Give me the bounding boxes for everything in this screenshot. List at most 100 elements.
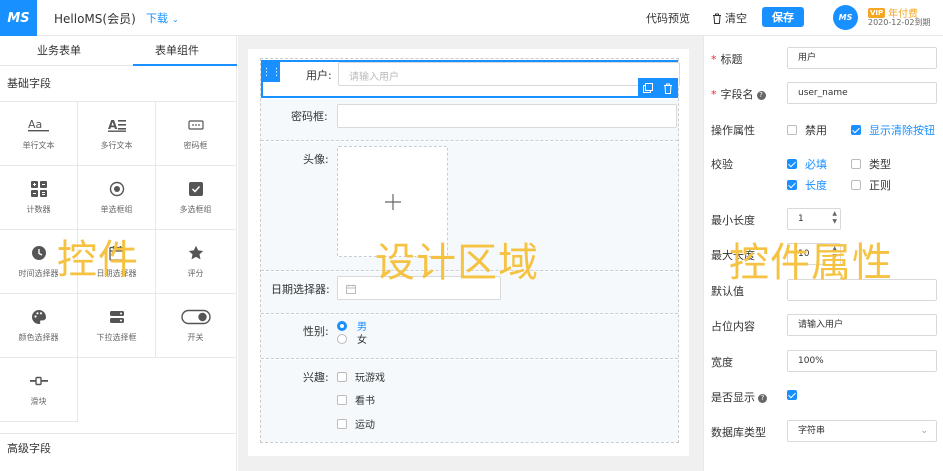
component-multi-line-text[interactable]: A 多行文本	[78, 102, 156, 166]
checkbox-group-icon	[188, 180, 204, 198]
placeholder-input[interactable]: 请输入用户	[787, 314, 937, 336]
checkbox-label: 类型	[869, 158, 891, 171]
hobby-option-games[interactable]: 玩游戏	[337, 369, 385, 384]
copy-icon[interactable]	[643, 83, 653, 93]
title-input[interactable]: 用户	[787, 47, 937, 69]
svg-text:Aa: Aa	[28, 118, 42, 131]
form-item-hobby[interactable]: 兴趣: 玩游戏 看书 运动	[261, 360, 678, 442]
clear-label: 清空	[725, 12, 747, 25]
component-password[interactable]: 密码框	[156, 102, 235, 166]
required-mark: *	[711, 53, 717, 66]
component-label: 多行文本	[100, 141, 133, 150]
controls-area-annotation: 控件	[57, 237, 139, 283]
help-icon[interactable]: ?	[756, 91, 766, 100]
component-label: 滑块	[30, 397, 47, 406]
save-button[interactable]: 保存	[762, 7, 804, 27]
component-counter[interactable]: 计数器	[0, 166, 78, 230]
db-type-label: 数据库类型	[711, 426, 766, 439]
component-label: 颜色选择器	[18, 333, 59, 342]
single-line-text-icon: Aa	[27, 116, 50, 134]
avatar[interactable]: MS	[833, 5, 858, 30]
hobby-option-label: 玩游戏	[355, 373, 385, 384]
component-checkbox-group[interactable]: 多选框组	[156, 166, 235, 230]
code-preview-button[interactable]: 代码预览	[646, 10, 690, 26]
component-rate[interactable]: 评分	[156, 230, 235, 294]
length-checkbox[interactable]: 长度	[787, 177, 827, 193]
required-checkbox[interactable]: 必填	[787, 156, 827, 172]
palette-icon	[31, 308, 47, 326]
stepper-arrows-icon[interactable]: ▲ ▼	[832, 210, 837, 226]
delete-icon[interactable]	[663, 83, 673, 94]
expire-date: 2020-12-02到期	[868, 18, 931, 27]
hobby-option-sports[interactable]: 运动	[337, 416, 375, 431]
checkbox-checked	[851, 125, 861, 135]
properties-area-annotation: 控件属性	[729, 240, 893, 286]
password-input[interactable]	[337, 104, 677, 128]
db-type-value: 字符串	[798, 426, 826, 436]
show-clear-checkbox[interactable]: 显示清除按钮	[851, 122, 935, 138]
field-prop-label: * 字段名?	[711, 86, 766, 102]
min-length-input[interactable]: 1 ▲ ▼	[787, 208, 841, 230]
radio-group-icon	[109, 180, 125, 198]
counter-icon	[30, 180, 47, 198]
component-slider[interactable]: 滑块	[0, 358, 78, 422]
user-placeholder: 请输入用户	[349, 72, 399, 83]
form-item-gender[interactable]: 性别: 男 女	[261, 315, 678, 359]
gender-option-female[interactable]: 女	[337, 331, 367, 346]
gender-label: 性别:	[303, 325, 329, 338]
form-item-password[interactable]: 密码框:	[261, 99, 678, 141]
component-label: 评分	[187, 269, 204, 278]
regex-checkbox[interactable]: 正则	[851, 177, 891, 193]
component-label: 下拉选择框	[96, 333, 137, 342]
component-select[interactable]: 下拉选择框	[78, 294, 156, 358]
hobby-option-label: 看书	[355, 396, 375, 407]
hobby-option-reading[interactable]: 看书	[337, 392, 375, 407]
type-checkbox[interactable]: 类型	[851, 156, 891, 172]
password-icon	[187, 116, 204, 134]
component-single-line-text[interactable]: Aa 单行文本	[0, 102, 78, 166]
hobby-label: 兴趣:	[303, 371, 329, 384]
checkbox-label: 长度	[805, 179, 827, 192]
checkbox	[337, 371, 347, 382]
prop-label-text: 标题	[720, 53, 743, 66]
component-radio-group[interactable]: 单选框组	[78, 166, 156, 230]
trash-icon	[713, 13, 721, 24]
visible-checkbox[interactable]	[787, 390, 805, 400]
panel-tabs: 业务表单 表单组件	[0, 36, 237, 66]
tab-form-components[interactable]: 表单组件	[118, 36, 236, 65]
width-input[interactable]: 100%	[787, 350, 937, 372]
form-item-user[interactable]: ⋮⋮ 用户: 请输入用户	[261, 60, 680, 98]
checkbox-checked	[787, 390, 797, 400]
checkbox	[851, 159, 861, 169]
min-length-label: 最小长度	[711, 214, 755, 227]
toggle-icon	[180, 308, 211, 326]
prop-label-text: 字段名	[720, 88, 754, 101]
app-title: HelloMS(会员)	[54, 12, 136, 26]
drag-handle-icon[interactable]: ⋮⋮	[262, 62, 282, 82]
clear-button[interactable]: 清空	[712, 10, 747, 26]
placeholder-label: 占位内容	[711, 320, 755, 333]
disabled-checkbox[interactable]: 禁用	[787, 122, 827, 138]
db-type-select[interactable]: 字符串 ⌄	[787, 420, 937, 442]
component-switch[interactable]: 开关	[156, 294, 235, 358]
validate-prop-label: 校验	[711, 158, 733, 171]
radio-unchecked	[337, 333, 347, 344]
help-icon[interactable]: ?	[758, 394, 767, 403]
checkbox-label: 显示清除按钮	[869, 124, 935, 137]
user-input[interactable]: 请输入用户	[338, 62, 680, 86]
star-icon	[188, 244, 204, 262]
width-label: 宽度	[711, 356, 733, 369]
select-icon	[109, 308, 125, 326]
required-mark: *	[711, 88, 717, 101]
design-area-annotation: 设计区域	[375, 240, 539, 286]
checkbox-label: 禁用	[805, 124, 827, 137]
download-label: 下载	[146, 12, 168, 25]
date-label: 日期选择器:	[271, 283, 330, 296]
tab-business-forms[interactable]: 业务表单	[0, 36, 118, 65]
field-name-input[interactable]: user_name	[787, 82, 937, 104]
checkbox-label: 必填	[805, 158, 827, 171]
advanced-fields-title: 高级字段	[0, 433, 236, 463]
download-menu[interactable]: 下载 ⌄	[146, 10, 179, 26]
time-picker-icon	[31, 244, 47, 262]
component-color-picker[interactable]: 颜色选择器	[0, 294, 78, 358]
